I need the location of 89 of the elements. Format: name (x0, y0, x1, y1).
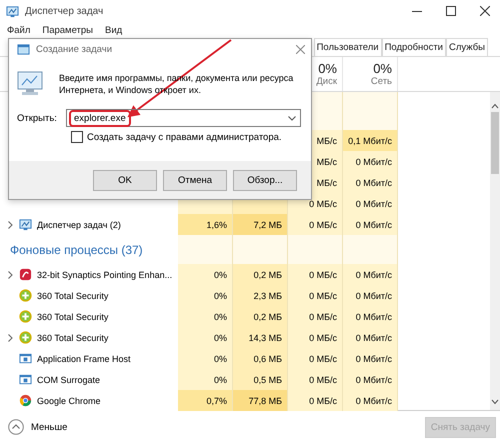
table-cell: 0 МБ/с (288, 348, 343, 369)
table-cell: 0 Мбит/с (343, 193, 398, 214)
column-header[interactable]: Сеть (370, 76, 392, 87)
process-name[interactable]: 360 Total Security (37, 332, 108, 342)
maximize-icon[interactable] (446, 6, 456, 16)
checkbox[interactable] (71, 131, 83, 143)
table-cell: 0 МБ/с (288, 306, 343, 327)
plus-circle-icon (19, 331, 32, 344)
dialog-button[interactable]: Обзор... (233, 170, 297, 190)
table-cell: 0,1 Мбит/с (343, 130, 398, 151)
chevron-icon[interactable] (8, 220, 12, 228)
collapse-icon[interactable] (8, 419, 24, 435)
close-icon[interactable] (480, 6, 490, 16)
table-cell: 0 Мбит/с (343, 285, 398, 306)
window-icon (17, 42, 30, 56)
chart-monitor-icon (19, 218, 32, 231)
table-cell: 0,2 МБ (233, 264, 288, 285)
table-cell: 0,7% (178, 390, 233, 411)
table-cell: 0,6 МБ (233, 348, 288, 369)
dialog-button[interactable]: Отмена (163, 170, 227, 190)
less-link[interactable]: Меньше (31, 422, 68, 432)
open-combobox[interactable]: explorer.exe (66, 109, 301, 127)
table-cell: 7,2 МБ (233, 214, 288, 235)
table-cell: 77,8 МБ (233, 390, 288, 411)
table-cell: 0% (178, 327, 233, 348)
plus-circle-icon (19, 289, 32, 302)
checkbox-label[interactable]: Создать задачу с правами администратора. (87, 132, 282, 142)
table-cell: 0% (178, 348, 233, 369)
process-name[interactable]: 32-bit Synaptics Pointing Enhan... (37, 270, 172, 280)
table-cell: 0 МБ/с (288, 285, 343, 306)
field-label: Открыть: (17, 112, 58, 124)
table-cell (343, 235, 398, 264)
table-cell: 0 Мбит/с (343, 172, 398, 193)
table-cell: 0% (178, 285, 233, 306)
plus-circle-icon (19, 310, 32, 323)
window-icon (19, 352, 32, 365)
chevron-icon[interactable] (8, 270, 12, 278)
menu-item[interactable]: Параметры (42, 24, 93, 36)
process-name[interactable]: Application Frame Host (37, 354, 131, 364)
process-name[interactable]: Google Chrome (37, 396, 101, 406)
table-cell: 0 МБ/с (288, 327, 343, 348)
table-cell: 0 МБ/с (288, 369, 343, 390)
table-cell: 0 Мбит/с (343, 264, 398, 285)
column-percent: 0% (318, 61, 337, 76)
table-cell: 0% (178, 306, 233, 327)
table-cell: 1,6% (178, 214, 233, 235)
table-cell: 0 Мбит/с (343, 151, 398, 172)
tab[interactable]: Пользователи (314, 38, 382, 56)
window-icon (19, 373, 32, 386)
scrollbar-thumb[interactable] (491, 112, 499, 174)
table-cell: 0 Мбит/с (343, 348, 398, 369)
table-cell: 0 МБ/с (288, 390, 343, 411)
table-cell: 0 Мбит/с (343, 390, 398, 411)
dialog-button[interactable]: OK (93, 170, 157, 190)
table-cell: 0 Мбит/с (343, 214, 398, 235)
column-percent: 0% (373, 61, 392, 76)
table-cell: 0 МБ/с (288, 214, 343, 235)
scroll-down-icon[interactable] (491, 398, 499, 406)
table-cell (343, 92, 398, 130)
chevron-icon[interactable] (8, 334, 12, 342)
process-name[interactable]: 360 Total Security (37, 290, 108, 300)
table-cell: 0 Мбит/с (343, 327, 398, 348)
browser-icon (19, 394, 32, 407)
table-cell: 14,3 МБ (233, 327, 288, 348)
dialog-title: Создание задачи (36, 44, 113, 54)
table-cell: 0,2 МБ (233, 306, 288, 327)
caret-icon[interactable] (288, 116, 296, 120)
table-cell: 0 МБ/с (288, 264, 343, 285)
table-cell: 0% (178, 264, 233, 285)
table-cell: 0% (178, 369, 233, 390)
table-cell: 0,5 МБ (233, 369, 288, 390)
swoosh-icon (19, 268, 32, 281)
menu-item[interactable]: Вид (105, 24, 122, 36)
scroll-up-icon[interactable] (491, 102, 499, 110)
process-name[interactable]: Диспетчер задач (2) (37, 220, 121, 230)
tab[interactable]: Службы (446, 38, 488, 56)
table-cell (288, 235, 343, 264)
table-cell (233, 235, 288, 264)
app-icon (6, 4, 19, 18)
column-header[interactable]: Диск (316, 76, 337, 87)
window-title: Диспетчер задач (25, 6, 104, 16)
menu-item[interactable]: Файл (7, 24, 30, 36)
table-cell (178, 235, 233, 264)
table-cell: 0 Мбит/с (343, 369, 398, 390)
process-name[interactable]: 360 Total Security (37, 312, 108, 322)
table-cell: 2,3 МБ (233, 285, 288, 306)
table-cell: 0 Мбит/с (343, 306, 398, 327)
tab[interactable]: Подробности (382, 38, 446, 56)
process-name[interactable]: COM Surrogate (37, 374, 100, 384)
